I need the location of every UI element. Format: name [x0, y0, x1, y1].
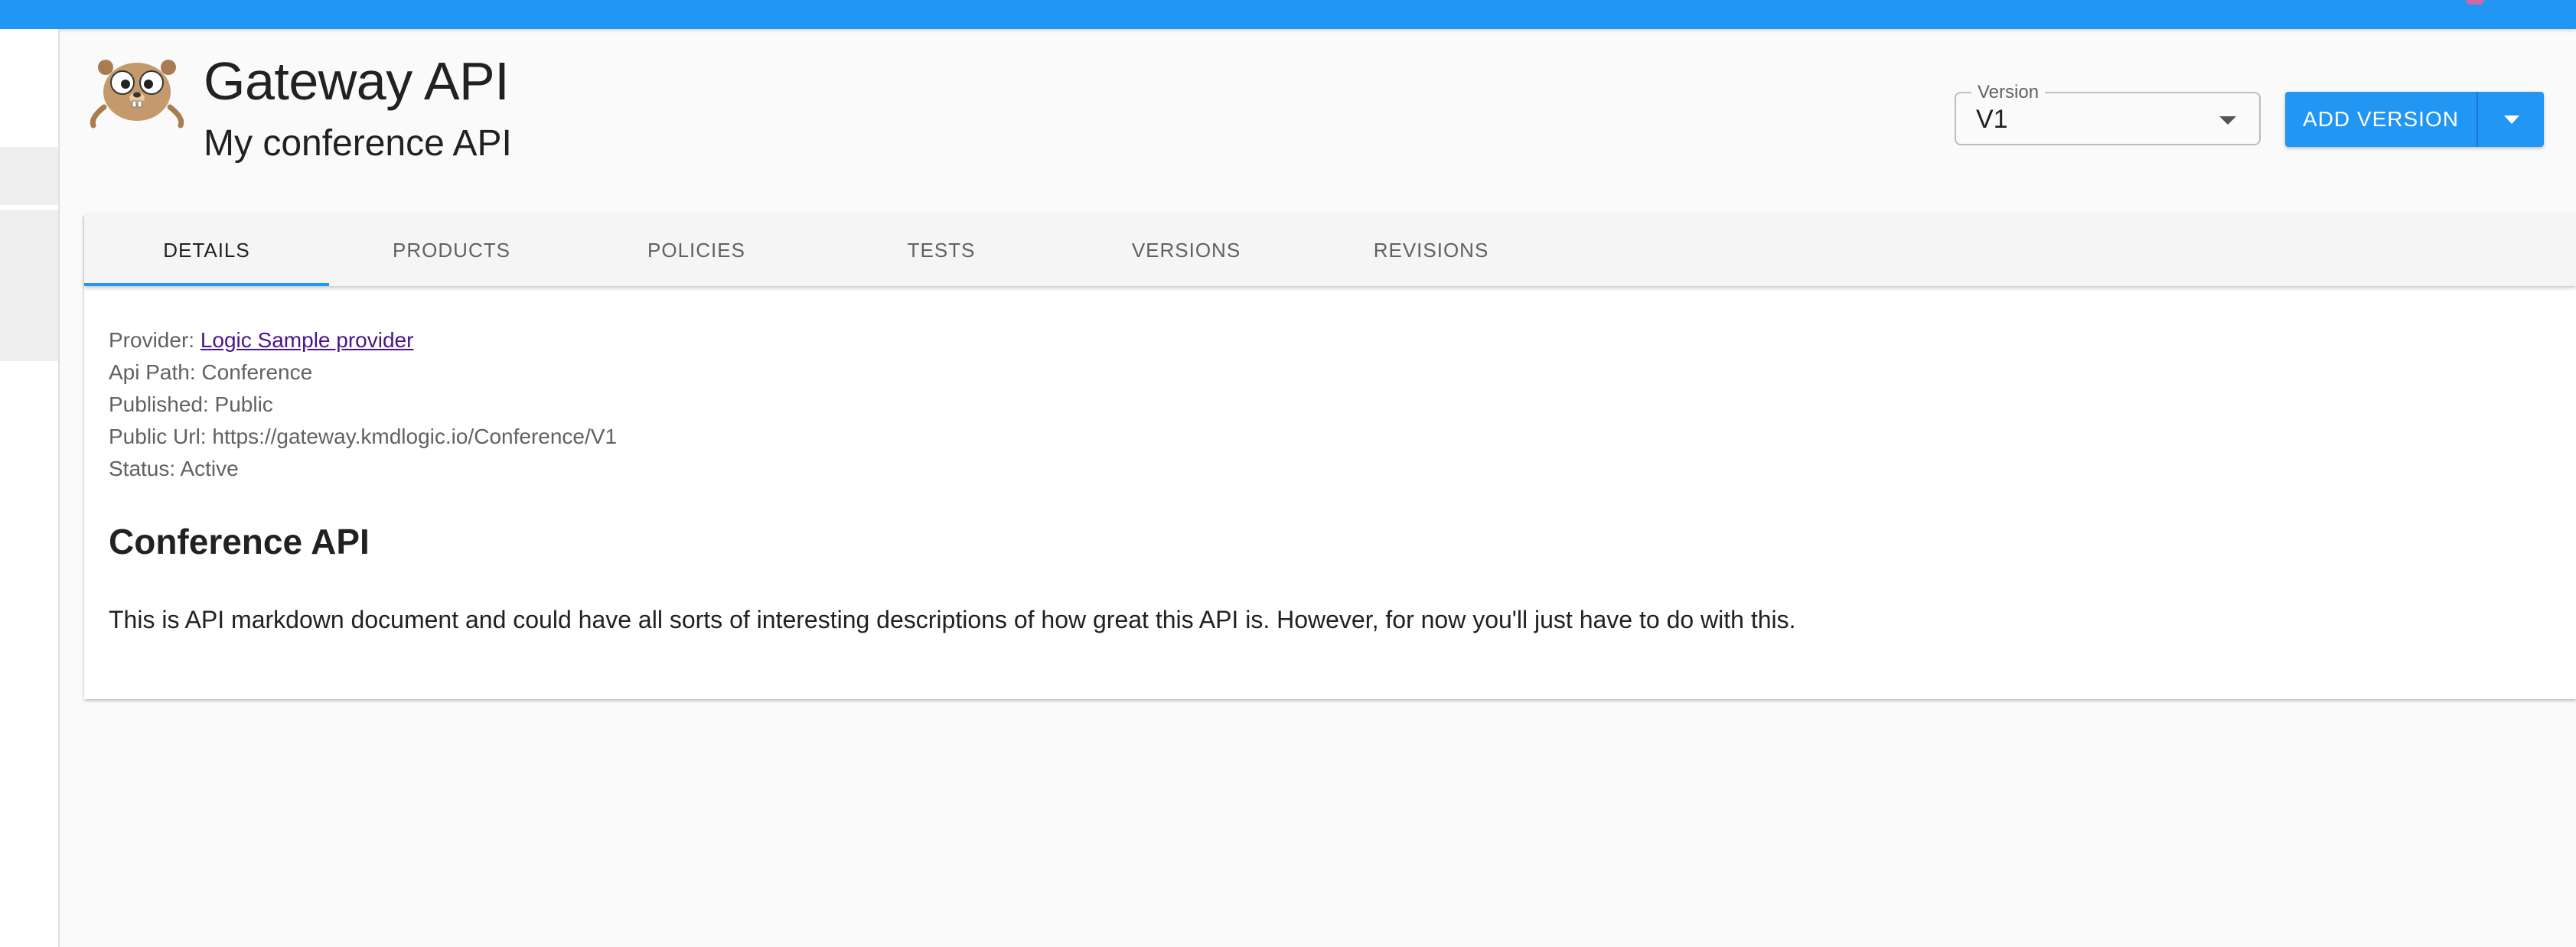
- public-url: Public Url: https://gateway.kmdlogic.io/…: [109, 425, 618, 448]
- document-body: This is API markdown document and could …: [109, 606, 1796, 633]
- gopher-mascot-icon: [83, 52, 191, 129]
- add-version-menu-button[interactable]: [2478, 92, 2544, 147]
- notification-indicator: [2466, 0, 2484, 5]
- app-top-bar: [0, 0, 2576, 29]
- status-text: Status: Active: [109, 457, 239, 480]
- version-select[interactable]: Version V1: [1955, 81, 2261, 145]
- provider-link[interactable]: Logic Sample provider: [201, 328, 414, 352]
- tab-policies[interactable]: POLICIES: [574, 214, 819, 286]
- tab-bar: DETAILS PRODUCTS POLICIES TESTS VERSIONS…: [84, 214, 2576, 286]
- provider-label: Provider:: [109, 328, 201, 352]
- caret-down-icon: [2504, 116, 2519, 124]
- sidebar-item[interactable]: [0, 147, 58, 205]
- active-tab-indicator: [84, 283, 329, 286]
- document-heading: Conference API: [109, 522, 370, 561]
- api-info: Provider: Logic Sample provider Api Path…: [109, 324, 617, 485]
- api-path: Api Path: Conference: [109, 360, 313, 384]
- tab-tests[interactable]: TESTS: [819, 214, 1064, 286]
- version-select-label: Version: [1971, 81, 2046, 104]
- chevron-down-icon: [2219, 116, 2236, 125]
- page-subtitle: My conference API: [204, 123, 512, 164]
- tab-details[interactable]: DETAILS: [84, 214, 329, 286]
- version-select-value: V1: [1976, 105, 2008, 134]
- add-version-button[interactable]: ADD VERSION: [2285, 92, 2478, 147]
- page-title: Gateway API: [204, 51, 510, 111]
- tab-products[interactable]: PRODUCTS: [329, 214, 574, 286]
- published-status: Published: Public: [109, 392, 273, 416]
- api-details-card: DETAILS PRODUCTS POLICIES TESTS VERSIONS…: [84, 214, 2576, 699]
- add-version-button-group: ADD VERSION: [2285, 92, 2544, 147]
- tab-revisions[interactable]: REVISIONS: [1309, 214, 1554, 286]
- sidebar-item-selected[interactable]: [0, 210, 58, 361]
- tab-versions[interactable]: VERSIONS: [1064, 214, 1309, 286]
- provider-line: Provider: Logic Sample provider: [109, 324, 617, 356]
- side-nav: [0, 29, 60, 947]
